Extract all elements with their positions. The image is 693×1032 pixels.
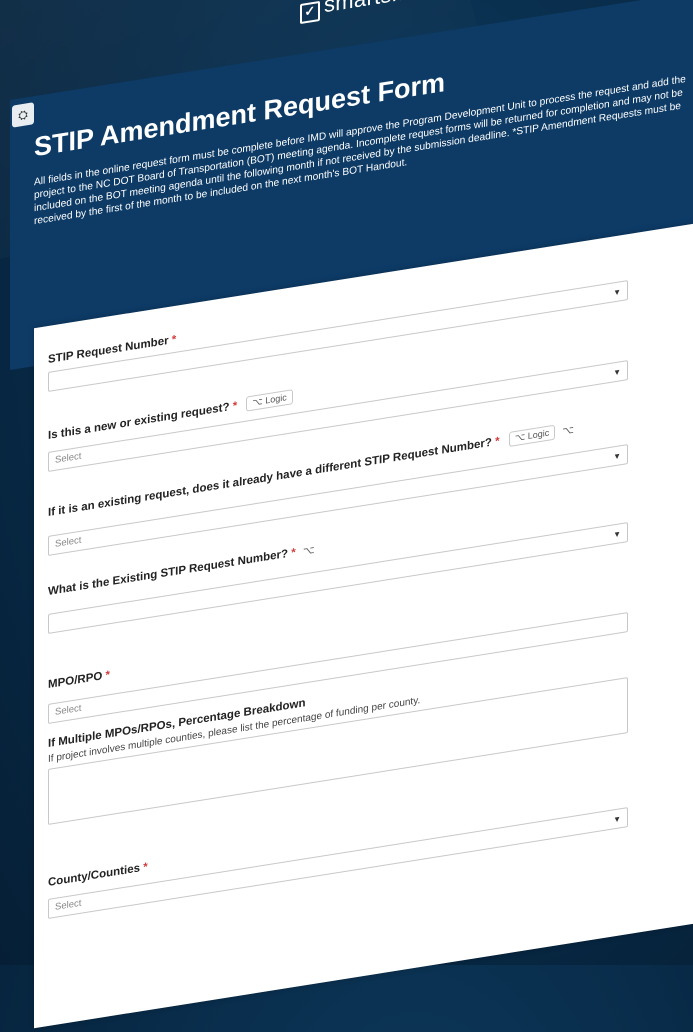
chevron-down-icon: ▼: [613, 287, 621, 298]
chevron-down-icon: ▼: [613, 451, 621, 462]
smartsheet-logo: ✓smartsheet: [300, 0, 436, 25]
chevron-down-icon: ▼: [613, 367, 621, 378]
chevron-down-icon: ▼: [613, 814, 621, 825]
branch-icon: ⌥: [562, 424, 574, 438]
chevron-down-icon: ▼: [613, 529, 621, 540]
form-sheet: ✓smartsheet ⛭ STIP Amendment Request For…: [10, 0, 693, 1029]
accessibility-icon[interactable]: ⛭: [12, 102, 34, 128]
smartsheet-check-icon: ✓: [300, 0, 320, 25]
branch-icon: ⌥: [302, 544, 315, 558]
